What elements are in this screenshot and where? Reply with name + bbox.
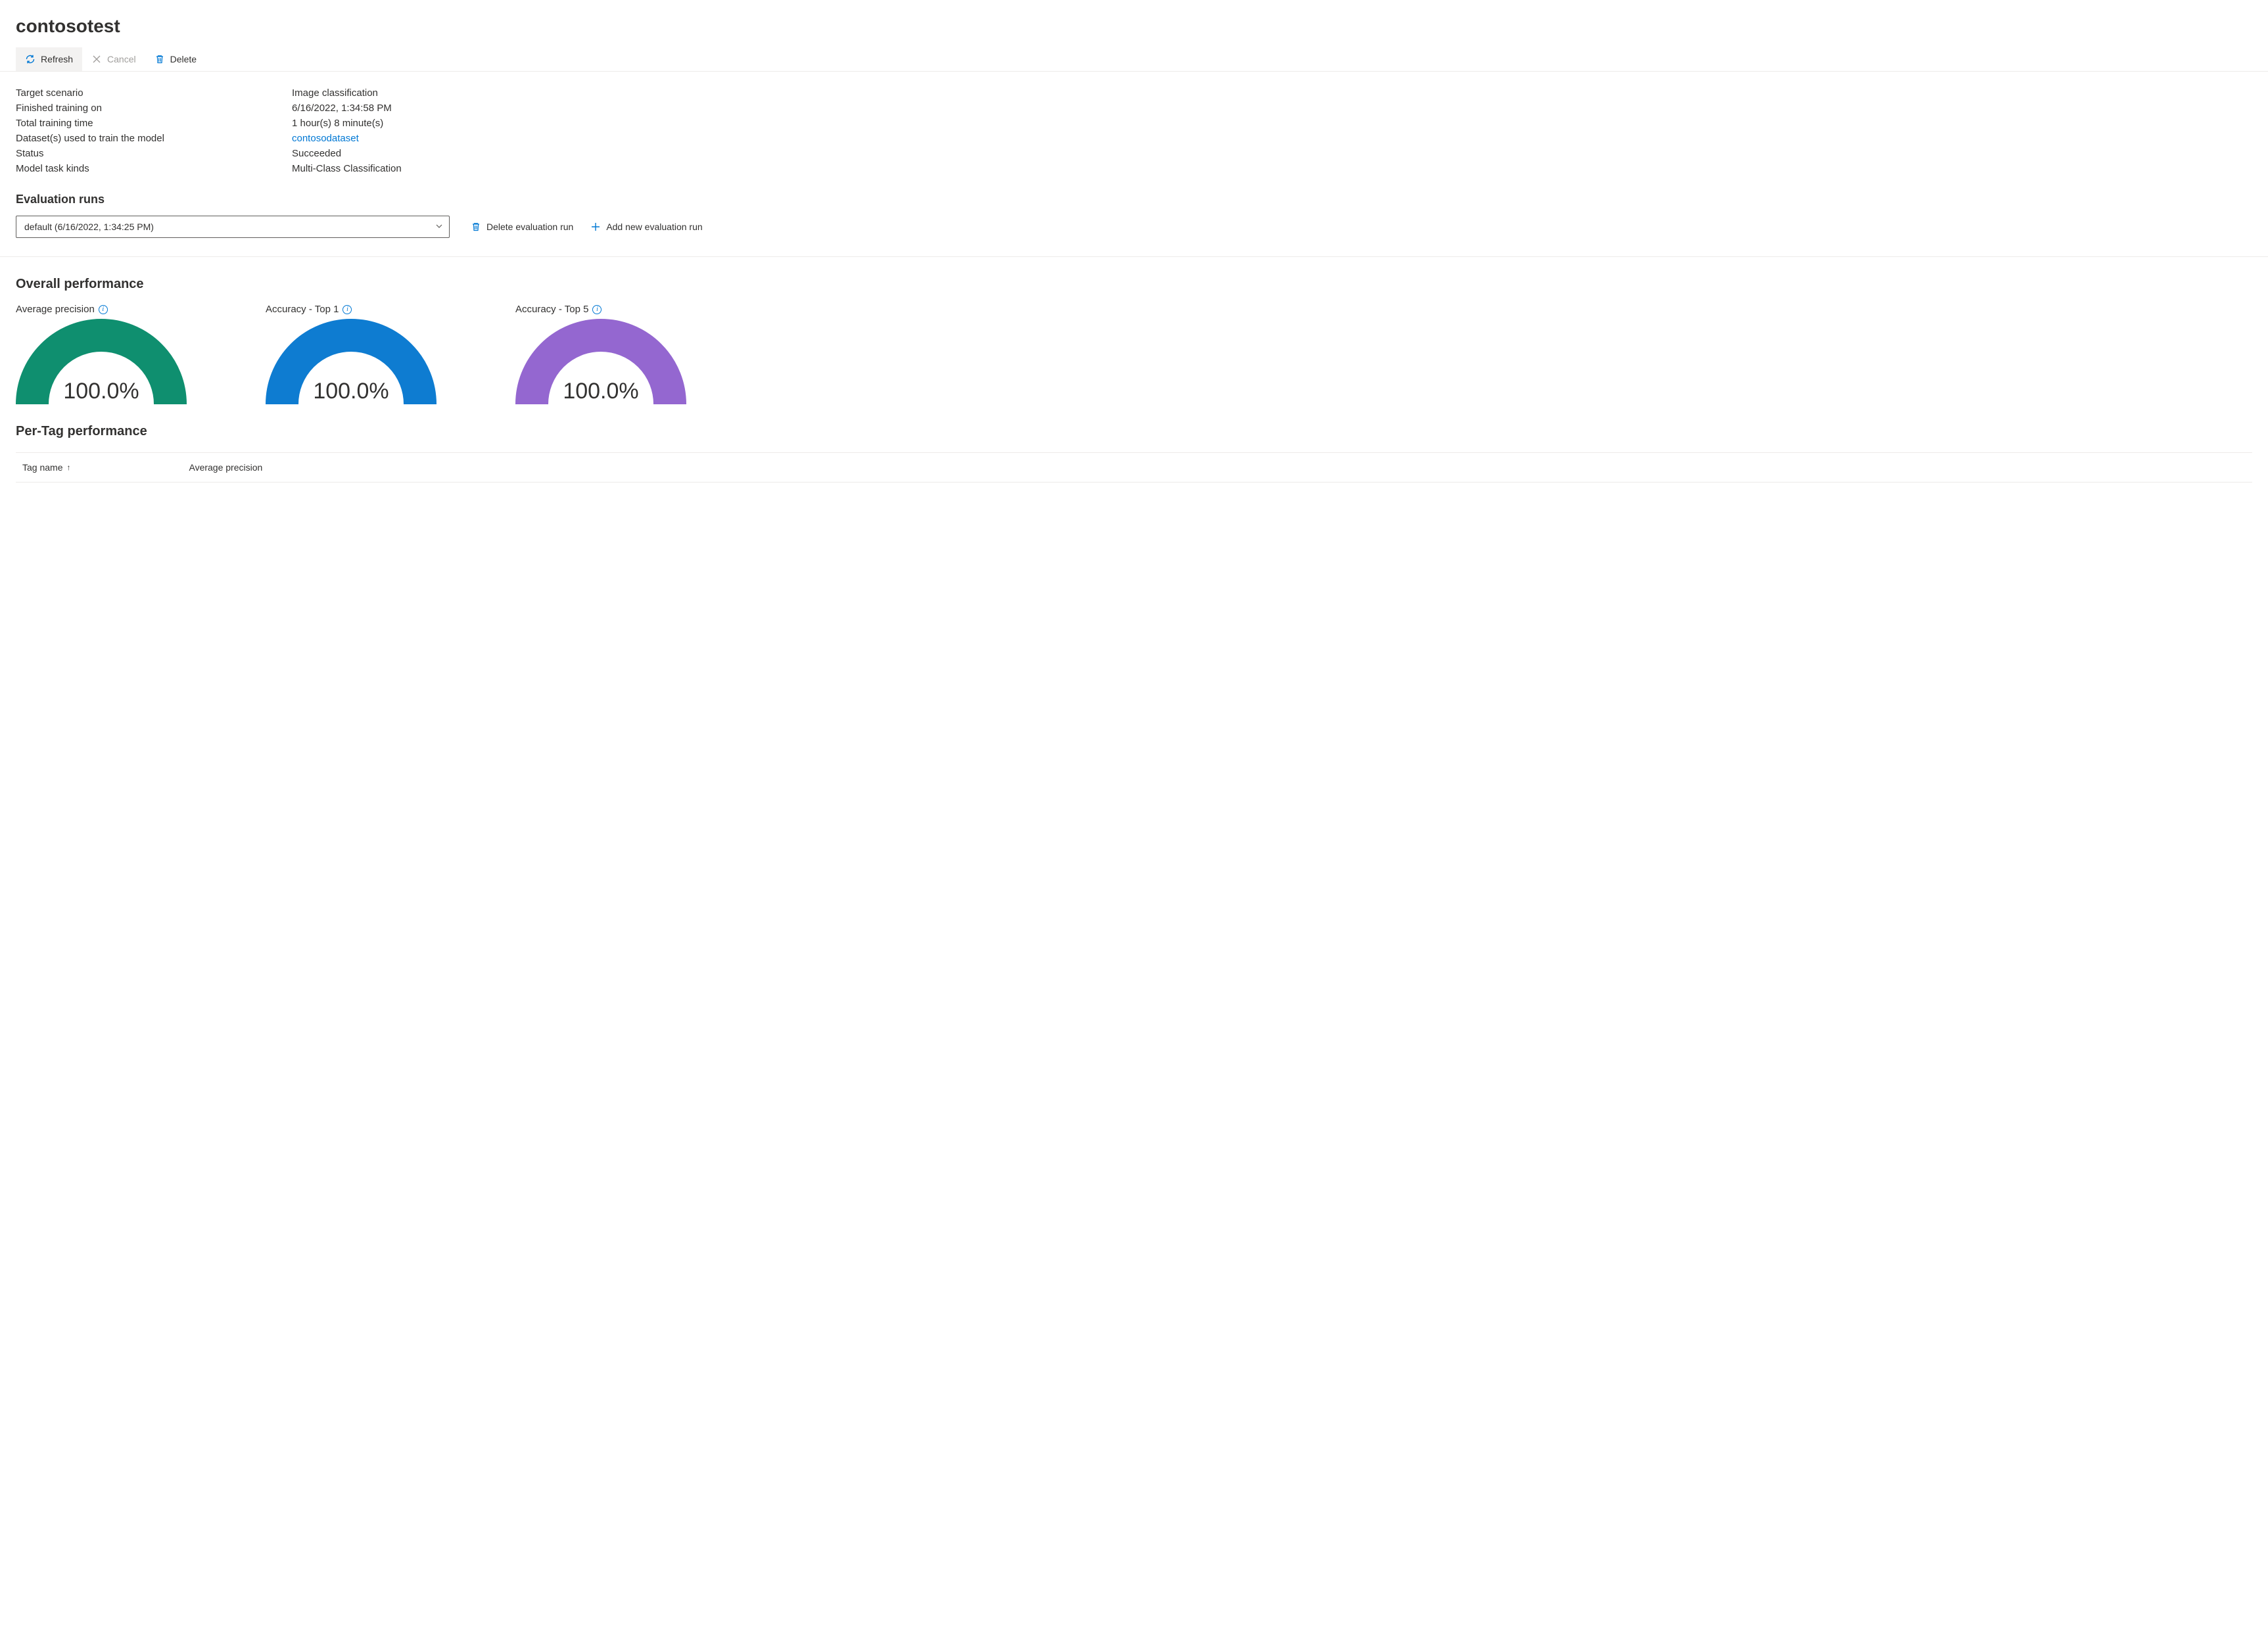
finished-on-value: 6/16/2022, 1:34:58 PM (292, 103, 2252, 114)
dataset-link[interactable]: contosodataset (292, 133, 359, 144)
gauge-value: 100.0% (266, 379, 437, 404)
info-icon[interactable]: i (99, 305, 108, 314)
refresh-button[interactable]: Refresh (16, 47, 82, 71)
gauge-value: 100.0% (515, 379, 686, 404)
toolbar: Refresh Cancel Delete (0, 47, 2268, 72)
add-evaluation-run-button[interactable]: Add new evaluation run (588, 218, 705, 236)
delete-evaluation-run-button[interactable]: Delete evaluation run (468, 218, 576, 236)
task-kinds-value: Multi-Class Classification (292, 163, 2252, 174)
delete-evaluation-run-label: Delete evaluation run (486, 222, 573, 232)
gauge-label: Average precision (16, 304, 95, 315)
gauge-average-precision: Average precision i 100.0% (16, 304, 187, 404)
plus-icon (590, 222, 601, 232)
overall-performance-title: Overall performance (16, 277, 2252, 292)
evaluation-runs-title: Evaluation runs (16, 193, 2252, 206)
gauge-arc: 100.0% (16, 319, 187, 404)
chevron-down-icon (435, 222, 443, 232)
target-scenario-label: Target scenario (16, 87, 292, 99)
col-average-precision[interactable]: Average precision (189, 462, 262, 473)
add-evaluation-run-label: Add new evaluation run (606, 222, 702, 232)
gauge-value: 100.0% (16, 379, 187, 404)
refresh-label: Refresh (41, 54, 73, 64)
gauge-label: Accuracy - Top 1 (266, 304, 339, 315)
status-value: Succeeded (292, 148, 2252, 159)
gauge-accuracy-top1: Accuracy - Top 1 i 100.0% (266, 304, 437, 404)
datasets-label: Dataset(s) used to train the model (16, 133, 292, 144)
status-label: Status (16, 148, 292, 159)
training-time-label: Total training time (16, 118, 292, 129)
target-scenario-value: Image classification (292, 87, 2252, 99)
gauge-arc: 100.0% (266, 319, 437, 404)
info-icon[interactable]: i (592, 305, 602, 314)
task-kinds-label: Model task kinds (16, 163, 292, 174)
datasets-value: contosodataset (292, 133, 2252, 144)
gauge-accuracy-top5: Accuracy - Top 5 i 100.0% (515, 304, 686, 404)
info-icon[interactable]: i (343, 305, 352, 314)
training-time-value: 1 hour(s) 8 minute(s) (292, 118, 2252, 129)
trash-icon (471, 222, 481, 232)
evaluation-run-selected: default (6/16/2022, 1:34:25 PM) (24, 222, 154, 232)
sort-ascending-icon: ↑ (66, 463, 70, 472)
cancel-button: Cancel (82, 47, 145, 71)
refresh-icon (25, 54, 35, 64)
gauge-label: Accuracy - Top 5 (515, 304, 588, 315)
gauges-row: Average precision i 100.0% Accuracy - To… (16, 304, 2252, 404)
page-title: contosotest (16, 16, 2252, 37)
gauge-arc: 100.0% (515, 319, 686, 404)
per-tag-performance-title: Per-Tag performance (16, 424, 2252, 439)
cancel-icon (91, 54, 102, 64)
evaluation-row: default (6/16/2022, 1:34:25 PM) Delete e… (0, 216, 2268, 257)
cancel-label: Cancel (107, 54, 136, 64)
delete-label: Delete (170, 54, 197, 64)
col-average-precision-label: Average precision (189, 462, 262, 473)
evaluation-run-select[interactable]: default (6/16/2022, 1:34:25 PM) (16, 216, 450, 238)
per-tag-table-header: Tag name ↑ Average precision (16, 452, 2252, 483)
delete-button[interactable]: Delete (145, 47, 206, 71)
col-tag-name-label: Tag name (22, 462, 62, 473)
details-grid: Target scenario Image classification Fin… (16, 87, 2252, 174)
finished-on-label: Finished training on (16, 103, 292, 114)
trash-icon (154, 54, 165, 64)
col-tag-name[interactable]: Tag name ↑ (22, 462, 70, 473)
